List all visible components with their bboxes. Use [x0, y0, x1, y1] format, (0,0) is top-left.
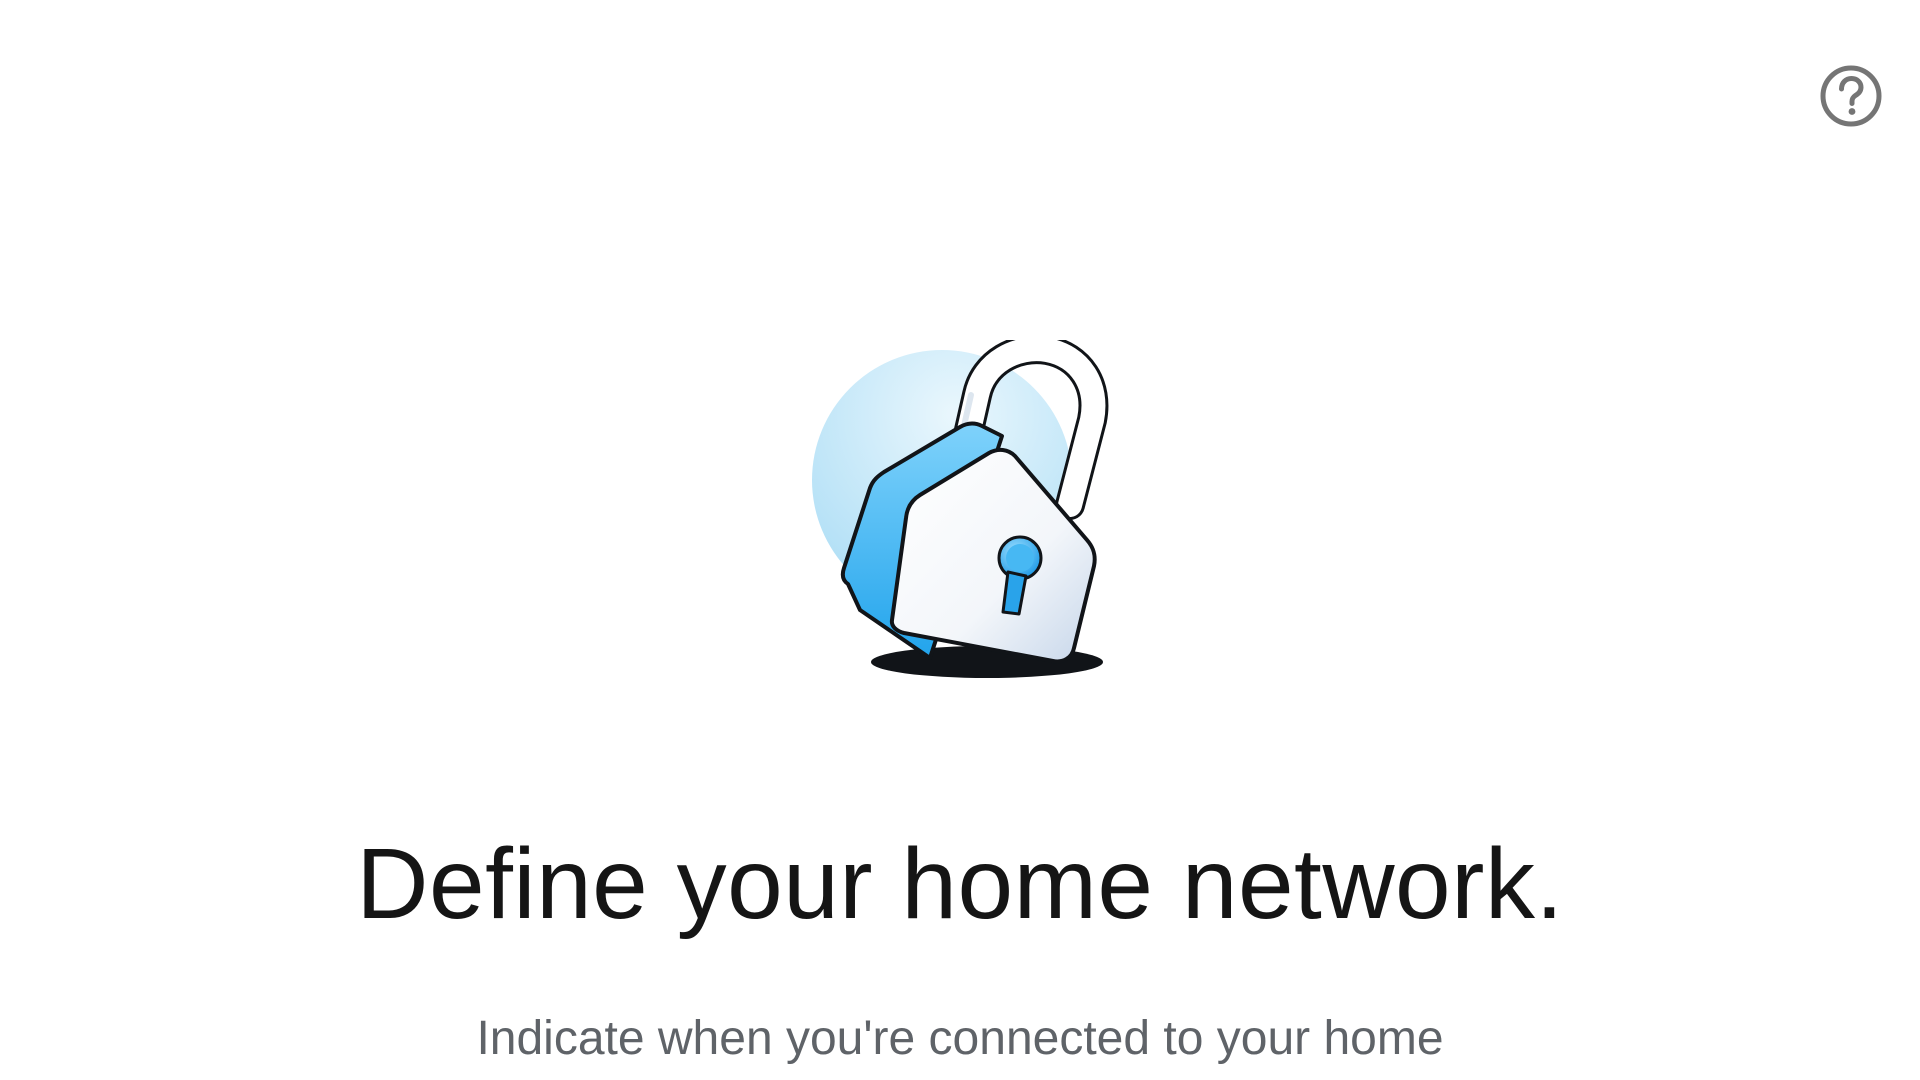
- padlock-illustration: [812, 340, 1112, 680]
- padlock-icon: [812, 340, 1109, 678]
- help-circle-icon: [1820, 65, 1882, 127]
- page-subtitle: Indicate when you're connected to your h…: [476, 1012, 1444, 1065]
- page-title: Define your home network.: [356, 828, 1564, 940]
- onboarding-screen: Define your home network. Indicate when …: [0, 0, 1920, 1080]
- help-button[interactable]: [1819, 64, 1883, 128]
